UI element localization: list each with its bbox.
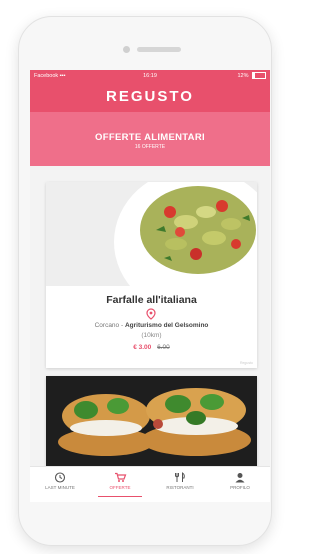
sandwich-image [46,376,257,476]
offer-town: Corcano - [94,322,124,329]
clock-icon [54,472,66,483]
offer-price: € 3.00 6.00 [46,344,257,351]
tab-profilo[interactable]: PROFILO [210,467,270,502]
user-icon [235,473,245,483]
price-original: 6.00 [157,344,170,351]
cutlery-icon [175,472,185,482]
tab-offerte[interactable]: OFFERTE [90,467,150,502]
speaker-grille [137,47,181,52]
card-watermark: Regusto [239,361,253,365]
offer-title: Farfalle all'italiana [106,294,197,306]
tab-last-minute[interactable]: LAST MINUTE [30,467,90,502]
offer-location: Corcano - Agriturismo del Gelsomino [46,322,257,329]
banner-title: OFFERTE ALIMENTARI [95,132,205,143]
tab-label: PROFILO [230,485,250,490]
offers-banner: OFFERTE ALIMENTARI 16 OFFERTE [30,112,270,166]
front-camera [123,46,130,53]
price-discounted: € 3.00 [133,344,152,351]
offer-distance: (10km) [141,332,162,339]
offer-image [46,182,257,286]
banner-subtitle: 16 OFFERTE [134,144,166,150]
location-pin-icon [146,308,156,320]
offer-venue: Agriturismo del Gelsomino [124,322,209,329]
tab-label: LAST MINUTE [45,485,75,490]
pasta-dish-image [46,182,257,286]
status-time: 16:19 [143,73,157,79]
cart-icon [115,472,127,482]
status-bar: Facebook ▪▪▪ 16:19 12% [30,70,270,82]
offer-card-2[interactable] [46,376,257,476]
app-screen: Facebook ▪▪▪ 16:19 12% REGUSTO OFFERTE A… [30,70,270,502]
battery-icon [252,72,266,80]
status-battery: 12% [237,70,266,82]
app-header: REGUSTO [30,82,270,112]
tab-ristoranti[interactable]: RISTORANTI [150,467,210,502]
bottom-tab-bar: LAST MINUTE OFFERTE RISTORANTI PROFILO [30,466,270,502]
app-title: REGUSTO [106,88,194,105]
battery-percent: 12% [237,73,249,79]
tab-label: OFFERTE [109,485,131,490]
offer-card[interactable]: Farfalle all'italiana Corcano - Agrituri… [46,182,257,368]
tab-label: RISTORANTI [166,485,194,490]
